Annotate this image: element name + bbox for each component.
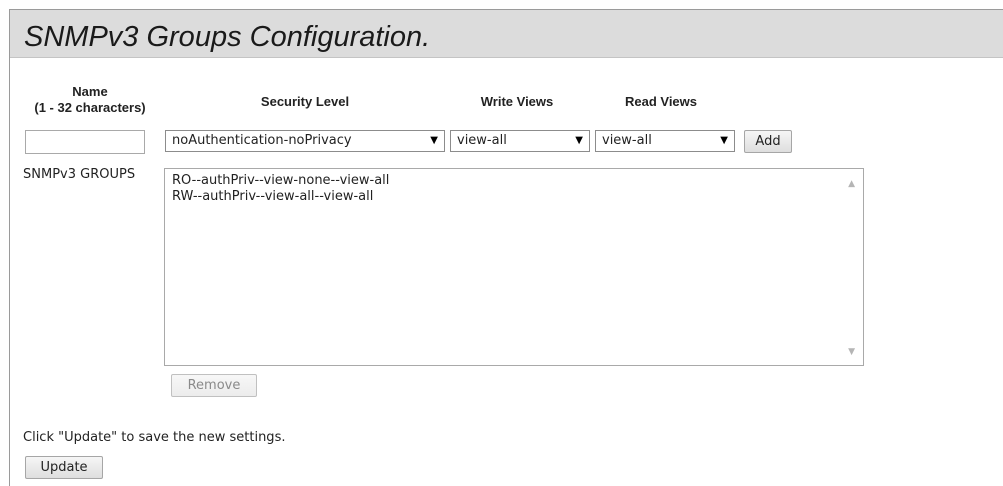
write-views-select[interactable]: view-all ▼ [450, 130, 590, 152]
add-button[interactable]: Add [744, 130, 792, 153]
name-header-hint: (1 - 32 characters) [34, 100, 146, 115]
list-item[interactable]: RW--authPriv--view-all--view-all [165, 189, 863, 205]
write-views-header: Write Views [480, 94, 554, 109]
triangle-down-icon: ▼ [430, 135, 438, 146]
update-instructions: Click "Update" to save the new settings. [23, 430, 286, 445]
name-header: Name (1 - 32 characters) [20, 84, 160, 116]
group-name-input[interactable] [25, 130, 145, 154]
security-level-header: Security Level [260, 94, 350, 109]
read-views-header: Read Views [624, 94, 698, 109]
triangle-down-icon: ▼ [720, 135, 728, 146]
security-level-select[interactable]: noAuthentication-noPrivacy ▼ [165, 130, 445, 152]
name-header-label: Name [72, 84, 108, 99]
remove-button[interactable]: Remove [171, 374, 257, 397]
scroll-up-icon[interactable]: ▲ [848, 179, 855, 189]
write-views-value: view-all [457, 133, 507, 148]
groups-listbox[interactable]: RO--authPriv--view-none--view-all RW--au… [164, 168, 864, 366]
read-views-value: view-all [602, 133, 652, 148]
page-title: SNMPv3 Groups Configuration. [24, 21, 431, 53]
read-views-select[interactable]: view-all ▼ [595, 130, 735, 152]
groups-label: SNMPv3 GROUPS [23, 167, 136, 182]
security-level-value: noAuthentication-noPrivacy [172, 133, 352, 148]
triangle-down-icon: ▼ [575, 135, 583, 146]
scroll-down-icon[interactable]: ▼ [848, 347, 855, 357]
update-button[interactable]: Update [25, 456, 103, 479]
list-item[interactable]: RO--authPriv--view-none--view-all [165, 173, 863, 189]
